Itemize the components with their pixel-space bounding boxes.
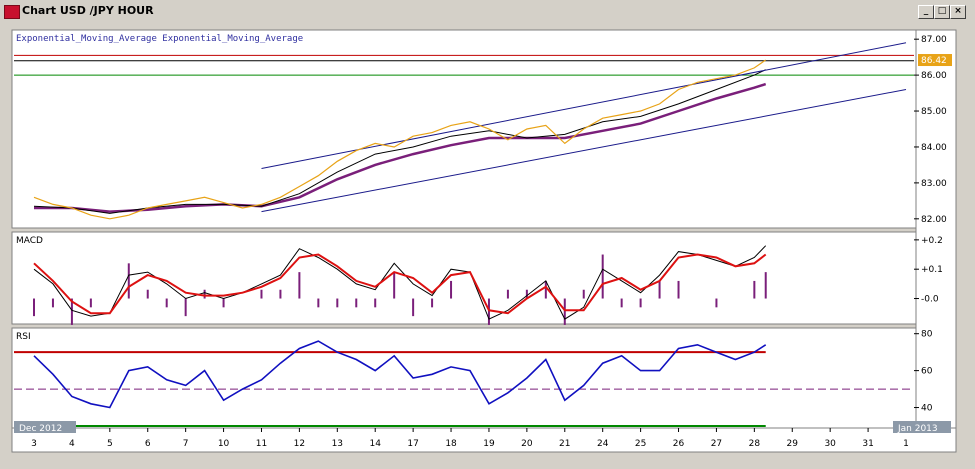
time-tick-label: 30 [824,439,836,449]
rsi-ytick-label: 60 [921,367,933,377]
time-tick-label: 11 [256,439,267,449]
chart-canvas: 82.00 83.00 84.00 85.00 86.00 87.00 86.42 +0.2 +… [11,29,957,453]
time-tick-label: 6 [145,439,151,449]
price-ytick-label: 84.00 [921,143,947,153]
rsi-panel [11,327,917,429]
time-tick-label: 14 [369,439,381,449]
minimize-icon[interactable]: _ [918,5,934,19]
chart-app-icon [4,5,20,19]
time-tick-label: 1 [903,439,909,449]
macd-ytick-label: -0.0 [921,295,939,305]
rsi-ytick-label: 80 [921,330,933,340]
start-date-label: Dec 2012 [19,424,62,434]
time-tick-label: 27 [711,439,722,449]
rsi-panel-title: RSI [16,332,31,342]
price-panel-title: Exponential_Moving_Average Exponential_M… [16,34,303,44]
macd-panel [11,231,917,325]
window-title: Chart USD /JPY HOUR [22,4,154,17]
macd-ytick-label: +0.1 [921,265,943,275]
price-ytick-label: 86.00 [921,71,947,81]
time-tick-label: 21 [559,439,570,449]
time-tick-label: 7 [183,439,189,449]
time-tick-label: 12 [294,439,305,449]
time-tick-label: 3 [31,439,37,449]
last-price-label: 86.42 [921,56,947,66]
time-tick-label: 20 [521,439,533,449]
time-tick-label: 31 [862,439,873,449]
price-ytick-label: 82.00 [921,215,947,225]
price-ytick-label: 83.00 [921,179,947,189]
time-tick-label: 25 [635,439,646,449]
time-tick-label: 29 [787,439,799,449]
time-tick-label: 17 [407,439,418,449]
price-ytick-label: 85.00 [921,107,947,117]
rsi-ytick-label: 40 [921,404,933,414]
macd-panel-title: MACD [16,236,43,246]
time-tick-label: 28 [749,439,761,449]
macd-ytick-label: +0.2 [921,236,943,246]
time-tick-label: 19 [483,439,495,449]
time-tick-label: 24 [597,439,609,449]
time-tick-label: 13 [332,439,343,449]
maximize-icon[interactable]: □ [934,5,950,19]
time-tick-label: 26 [673,439,685,449]
time-tick-label: 4 [69,439,75,449]
chart-window: Chart USD /JPY HOUR _ □ × 82.00 83.00 84.0… [0,0,975,469]
time-tick-label: 18 [445,439,457,449]
time-tick-label: 5 [107,439,113,449]
close-icon[interactable]: × [950,5,966,19]
end-date-label: Jan 2013 [897,424,938,434]
time-tick-label: 10 [218,439,230,449]
price-ytick-label: 87.00 [921,35,947,45]
title-bar: Chart USD /JPY HOUR _ □ × [0,2,975,20]
